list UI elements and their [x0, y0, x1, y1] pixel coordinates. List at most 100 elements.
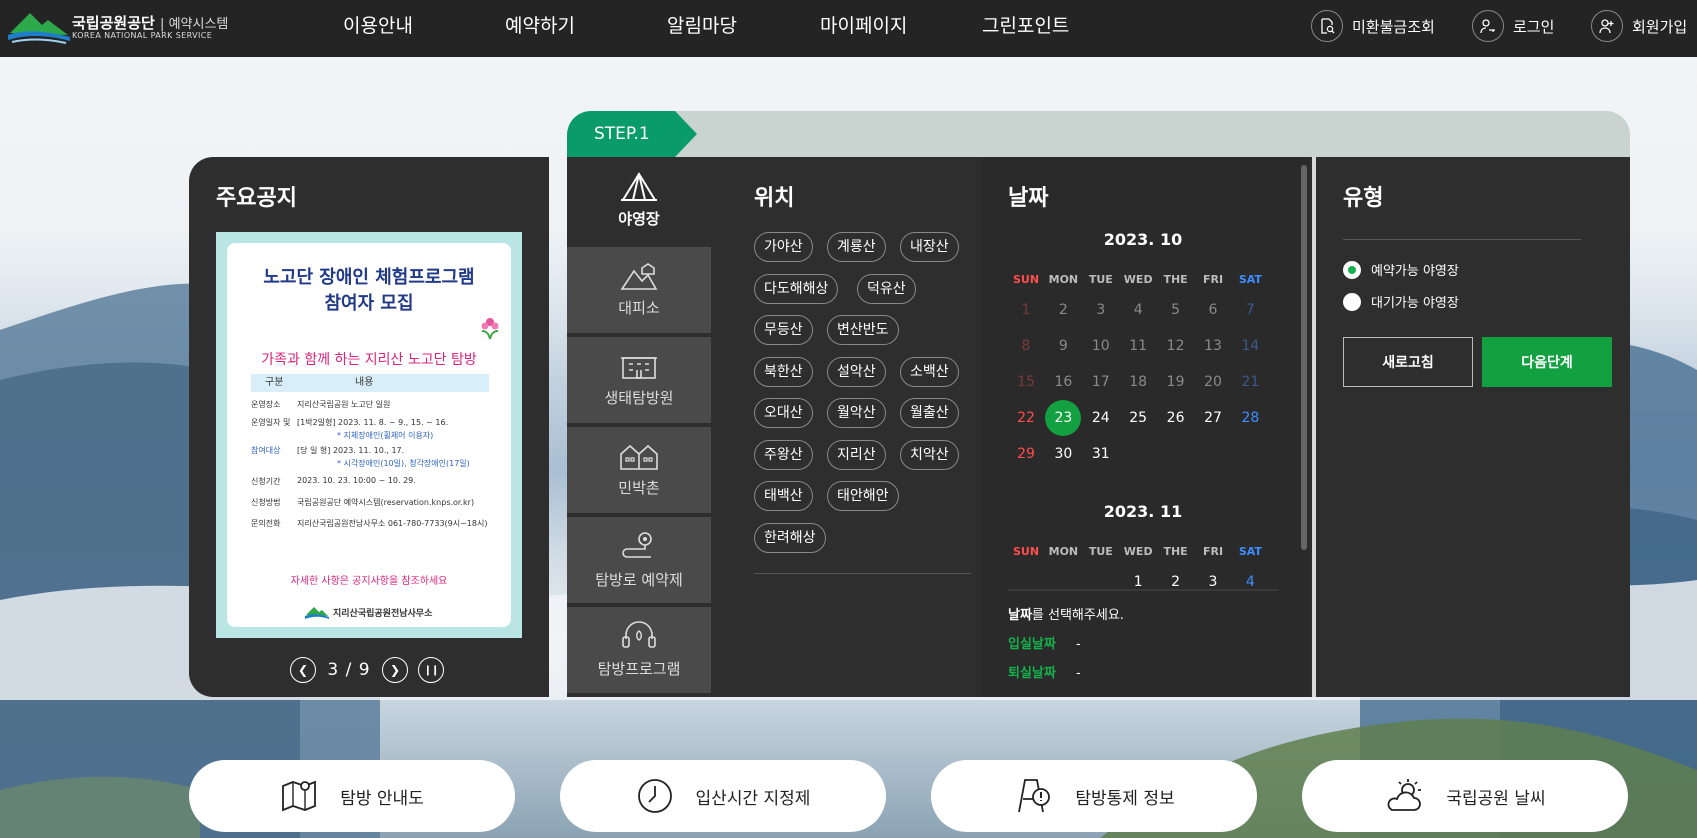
calendar-day[interactable]: 1 — [1120, 564, 1156, 600]
radio-label: 대기가능 야영장 — [1371, 296, 1459, 311]
category-shelter[interactable]: 대피소 — [567, 247, 711, 335]
location-chip[interactable]: 월출산 — [900, 398, 959, 428]
calendar-day: 7 — [1245, 302, 1255, 318]
location-chip[interactable]: 태백산 — [754, 481, 813, 511]
location-chip[interactable]: 북한산 — [754, 356, 813, 387]
location-chip[interactable]: 소백산 — [900, 356, 959, 387]
radio-unchecked-icon[interactable] — [1343, 292, 1361, 311]
quick-link-entry-time[interactable]: 입산시간 지정제 — [560, 760, 886, 832]
notice-poster[interactable]: 노고단 장애인 체험프로그램 참여자 모집 가족과 함께 하는 지리산 노고단 탐… — [216, 232, 522, 638]
user-plus-icon — [1591, 10, 1623, 42]
checkout-line: 퇴실날짜 - — [1008, 666, 1081, 681]
calendar-day[interactable]: 26 — [1158, 400, 1194, 436]
type-divider — [1343, 239, 1581, 240]
location-chip[interactable]: 변산반도 — [827, 315, 899, 345]
category-label: 생태탐방원 — [604, 389, 674, 407]
radio-available[interactable]: 예약가능 야영장 — [1343, 260, 1459, 279]
category-label: 야영장 — [618, 210, 660, 228]
poster-row: 신청기간 2023. 10. 23. 10:00 ~ 10. 29. — [251, 476, 416, 486]
unrefunded-lookup-button[interactable]: 미환불금조회 — [1311, 8, 1435, 44]
category-label: 대피소 — [618, 299, 660, 317]
location-chip[interactable]: 덕유산 — [857, 273, 916, 304]
calendar-day[interactable]: 4 — [1232, 564, 1268, 600]
category-minbak[interactable]: 민박촌 — [567, 427, 711, 515]
nav-guide[interactable]: 이용안내 — [343, 0, 413, 57]
calendar-day[interactable]: 3 — [1195, 564, 1231, 600]
weekday-header: MON — [1048, 545, 1079, 558]
location-chip[interactable]: 치악산 — [900, 439, 959, 470]
nav-reservation[interactable]: 예약하기 — [505, 0, 575, 57]
date-hint: 날짜를 선택해주세요. — [1008, 608, 1124, 623]
poster-row: 참여대상 [당 일 형] 2023. 11. 10., 17. — [251, 446, 405, 455]
location-chip[interactable]: 지리산 — [827, 439, 886, 470]
nav-mypage[interactable]: 마이페이지 — [820, 0, 907, 57]
location-chip[interactable]: 한려해상 — [754, 522, 826, 553]
quick-link-weather[interactable]: 국립공원 날씨 — [1302, 760, 1628, 832]
document-search-icon — [1311, 10, 1343, 42]
location-chip[interactable]: 내장산 — [900, 232, 959, 262]
poster-org: 지리산국립공원전남사무소 — [305, 605, 432, 619]
calendar-day: 2 — [1058, 302, 1068, 318]
knps-logo[interactable]: 국립공원공단 | 예약시스템 KOREA NATIONAL PARK SERVI… — [8, 9, 234, 47]
category-trail-reservation[interactable]: 탐방로 예약제 — [567, 517, 711, 605]
calendar-day: 17 — [1091, 374, 1110, 390]
location-chip[interactable]: 가야산 — [754, 232, 813, 262]
prev-arrow-icon[interactable]: ❮ — [290, 657, 316, 683]
month-title: 2023. 11 — [1103, 502, 1183, 521]
calendar-day[interactable]: 28 — [1232, 400, 1268, 436]
nav-green-point[interactable]: 그린포인트 — [982, 0, 1069, 57]
location-chip[interactable]: 주왕산 — [754, 439, 813, 470]
poster-row: 문의전화 지리산국립공원전남사무소 061-780-7733(9시~18시) — [251, 519, 488, 528]
login-button[interactable]: 로그인 — [1472, 8, 1554, 44]
clock-icon — [637, 779, 672, 813]
calendar-scrollbar[interactable] — [1300, 157, 1309, 697]
refresh-button[interactable]: 새로고침 — [1343, 337, 1473, 387]
brand-name: 국립공원공단 | 예약시스템 — [72, 14, 229, 32]
pause-icon[interactable]: ❙❙ — [418, 657, 444, 683]
calendar-day: 8 — [1021, 338, 1031, 354]
category-campsite[interactable]: 야영장 — [567, 157, 711, 245]
signup-button[interactable]: 회원가입 — [1591, 8, 1687, 44]
checkout-value: - — [1076, 666, 1081, 681]
location-chip[interactable]: 다도해해상 — [754, 273, 839, 304]
calendar-day[interactable]: 2 — [1158, 564, 1194, 600]
quick-link-trail-map[interactable]: 탐방 안내도 — [189, 760, 515, 832]
category-eco-center[interactable]: 생태탐방원 — [567, 337, 711, 425]
calendar-day[interactable]: 29 — [1008, 436, 1044, 472]
radio-waitlist[interactable]: 대기가능 야영장 — [1343, 292, 1459, 311]
location-chip[interactable]: 무등산 — [754, 315, 813, 345]
unrefunded-lookup-label: 미환불금조회 — [1352, 17, 1435, 36]
location-chip[interactable]: 오대산 — [754, 398, 813, 428]
category-label: 탐방프로그램 — [597, 660, 681, 678]
location-chip[interactable]: 계룡산 — [827, 232, 886, 262]
category-program[interactable]: 탐방프로그램 — [567, 607, 711, 695]
quick-link-trail-control[interactable]: 탐방통제 정보 — [931, 760, 1257, 832]
location-chip[interactable]: 월악산 — [827, 398, 886, 428]
next-step-button[interactable]: 다음단계 — [1482, 337, 1612, 387]
location-chip[interactable]: 설악산 — [827, 356, 886, 387]
calendar-day[interactable]: 24 — [1083, 400, 1119, 436]
scrollbar-thumb[interactable] — [1301, 165, 1307, 550]
location-chip[interactable]: 태안해안 — [827, 481, 899, 511]
building-icon — [621, 357, 657, 379]
calendar-day: 5 — [1171, 302, 1181, 318]
warning-sign-icon — [1018, 779, 1051, 813]
calendar-day[interactable]: 25 — [1120, 400, 1156, 436]
weekday-header: FRI — [1202, 545, 1224, 558]
calendar-day[interactable]: 30 — [1045, 436, 1081, 472]
next-arrow-icon[interactable]: ❯ — [382, 657, 408, 683]
nav-notice-board[interactable]: 알림마당 — [667, 0, 737, 57]
selected-day[interactable]: 23 — [1045, 400, 1082, 436]
calendar-day[interactable]: 22 — [1008, 400, 1044, 436]
radio-checked-icon[interactable] — [1343, 260, 1361, 279]
step-label: STEP.1 — [567, 111, 697, 157]
calendar-day[interactable]: 31 — [1083, 436, 1119, 472]
pager-count: 3 / 9 — [327, 660, 371, 680]
poster-title: 노고단 장애인 체험프로그램 참여자 모집 — [263, 267, 475, 314]
calendar-day[interactable]: 27 — [1195, 400, 1231, 436]
signup-label: 회원가입 — [1632, 17, 1688, 36]
notice-title: 주요공지 — [216, 186, 297, 211]
org-logo-icon — [305, 607, 329, 619]
poster-table-header: 구분 내용 — [251, 374, 489, 392]
calendar-day: 18 — [1129, 374, 1148, 390]
